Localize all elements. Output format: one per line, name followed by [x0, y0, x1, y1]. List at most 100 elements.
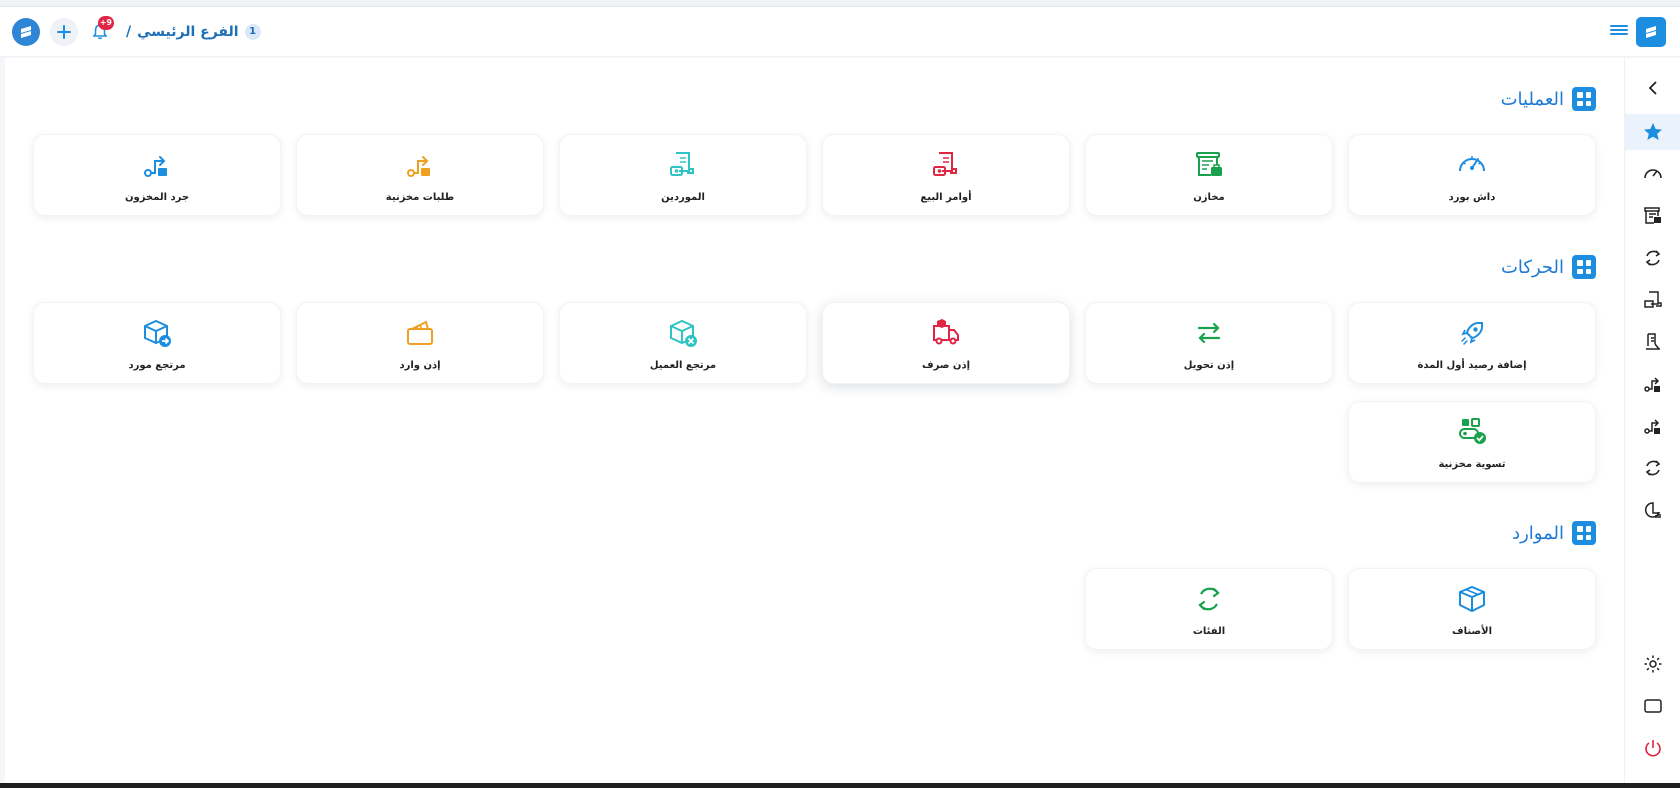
card-label: إذن تحويل [1183, 360, 1235, 371]
sidebar [1624, 58, 1680, 783]
stock-request-icon [407, 156, 430, 177]
grid-icon [1572, 521, 1596, 545]
warehouse-icon [1644, 207, 1661, 224]
card-transfer-note[interactable]: إذن تحويل [1085, 302, 1333, 384]
card-suppliers[interactable]: الموردين [559, 134, 807, 216]
transfer-icon [1644, 377, 1660, 392]
plus-icon [57, 25, 71, 39]
refresh-icon [1645, 460, 1661, 476]
card-label: إذن صرف [921, 360, 971, 371]
section-label: الحركات [1500, 256, 1564, 278]
card-label: الفئات [1192, 626, 1226, 637]
card-label: مخازن [1193, 192, 1225, 203]
card-dispatch-note[interactable]: إذن صرف [822, 302, 1070, 384]
breadcrumb-separator: / [126, 24, 132, 40]
sidebar-item-requests[interactable] [1625, 366, 1680, 402]
card-categories[interactable]: الفئات [1085, 568, 1333, 650]
grid-icon [1572, 255, 1596, 279]
grid-icon [1572, 87, 1596, 111]
invoice-icon [1644, 291, 1662, 308]
card-label: إذن وارد [399, 360, 441, 371]
hamburger-line [1610, 25, 1628, 27]
sidebar-item-sync[interactable] [1625, 240, 1680, 276]
sidebar-item-warehouses[interactable] [1625, 198, 1680, 234]
box-return-icon [670, 319, 697, 347]
sales-order-icon [933, 152, 957, 176]
card-label: أوامر البيع [920, 192, 972, 203]
supplier-return-icon [144, 319, 171, 347]
sidebar-item-stock-count[interactable] [1625, 408, 1680, 444]
card-customer-return[interactable]: مرتجع العميل [559, 302, 807, 384]
menu-toggle-button[interactable] [1610, 23, 1628, 41]
card-inbound-note[interactable]: إذن وارد [296, 302, 544, 384]
card-label: الموردين [661, 192, 705, 203]
star-icon [1644, 123, 1662, 140]
sidebar-logout[interactable] [1625, 730, 1680, 766]
card-items[interactable]: الأصناف [1348, 568, 1596, 650]
item-box-icon [1459, 585, 1485, 613]
card-stock-adjustment[interactable]: تسوية مخزنية [1348, 401, 1596, 483]
window-bottom-strip [0, 783, 1680, 788]
refresh-icon [1645, 250, 1661, 266]
logo-icon [1646, 26, 1656, 38]
hamburger-line [1610, 33, 1628, 35]
suppliers-icon [670, 152, 694, 176]
section-title-movements: الحركات [1501, 255, 1596, 279]
card-stock-requests[interactable]: طلبات مخزنية [296, 134, 544, 216]
card-label: مرتجع مورد [128, 360, 186, 371]
card-stock-count[interactable]: جرد المخزون [33, 134, 281, 216]
sidebar-window[interactable] [1625, 688, 1680, 724]
window-top-strip [0, 0, 1680, 7]
card-label: داش بورد [1448, 192, 1496, 203]
card-label: إضافة رصيد أول المدة [1417, 360, 1527, 371]
sidebar-settings[interactable] [1625, 646, 1680, 682]
brand-logo[interactable] [1636, 17, 1666, 47]
notification-badge: +9 [97, 16, 114, 30]
sidebar-item-sales[interactable] [1625, 282, 1680, 318]
card-label: مرتجع العميل [649, 360, 717, 371]
gauge-icon [1644, 169, 1662, 179]
sidebar-item-favorites[interactable] [1625, 114, 1680, 150]
sidebar-item-reports[interactable] [1625, 492, 1680, 528]
dashboard-gauge-icon [1459, 156, 1485, 172]
card-label: الأصناف [1452, 626, 1492, 637]
power-icon [1645, 740, 1661, 757]
card-warehouses[interactable]: مخازن [1085, 134, 1333, 216]
stock-adjust-icon [1459, 418, 1486, 444]
card-label: طلبات مخزنية [385, 192, 455, 203]
top-bar: +9 / الفرع الرئيسي 1 [0, 7, 1680, 57]
card-dashboard[interactable]: داش بورد [1348, 134, 1596, 216]
inventory-scale-icon [1646, 333, 1660, 350]
sidebar-item-categories[interactable] [1625, 450, 1680, 486]
section-title-resources: الموارد [1512, 521, 1596, 545]
notifications-button[interactable]: +9 [86, 16, 114, 46]
categories-refresh-icon [1198, 587, 1220, 611]
card-label: تسوية مخزنية [1438, 459, 1506, 470]
inbound-folder-icon [407, 320, 433, 345]
section-title-operations: العمليات [1501, 87, 1596, 111]
main-content: العمليات داش بورد مخازن أوامر البيع المو… [5, 58, 1624, 783]
branch-number: 1 [244, 24, 261, 40]
card-supplier-return[interactable]: مرتجع مورد [33, 302, 281, 384]
breadcrumb[interactable]: / الفرع الرئيسي 1 [126, 24, 261, 40]
add-button[interactable] [50, 18, 78, 46]
rocket-icon [1461, 322, 1483, 345]
sidebar-item-dashboard[interactable] [1625, 156, 1680, 192]
sidebar-collapse[interactable] [1625, 70, 1680, 106]
pie-chart-icon [1644, 502, 1661, 518]
avatar[interactable] [12, 18, 40, 46]
branch-name: الفرع الرئيسي [137, 24, 239, 40]
chevron-left-icon [1648, 81, 1657, 95]
section-label: الموارد [1512, 522, 1564, 544]
sidebar-item-inventory[interactable] [1625, 324, 1680, 360]
transfer-out-icon [1644, 419, 1660, 434]
hamburger-line [1610, 29, 1628, 31]
top-left-actions: +9 / الفرع الرئيسي 1 [12, 16, 261, 47]
card-opening-balance[interactable]: إضافة رصيد أول المدة [1348, 302, 1596, 384]
card-sales-orders[interactable]: أوامر البيع [822, 134, 1070, 216]
delivery-truck-icon [933, 319, 959, 345]
window-icon [1644, 699, 1662, 713]
section-label: العمليات [1500, 88, 1564, 110]
app-avatar-icon [21, 26, 31, 38]
gear-icon [1644, 655, 1662, 673]
